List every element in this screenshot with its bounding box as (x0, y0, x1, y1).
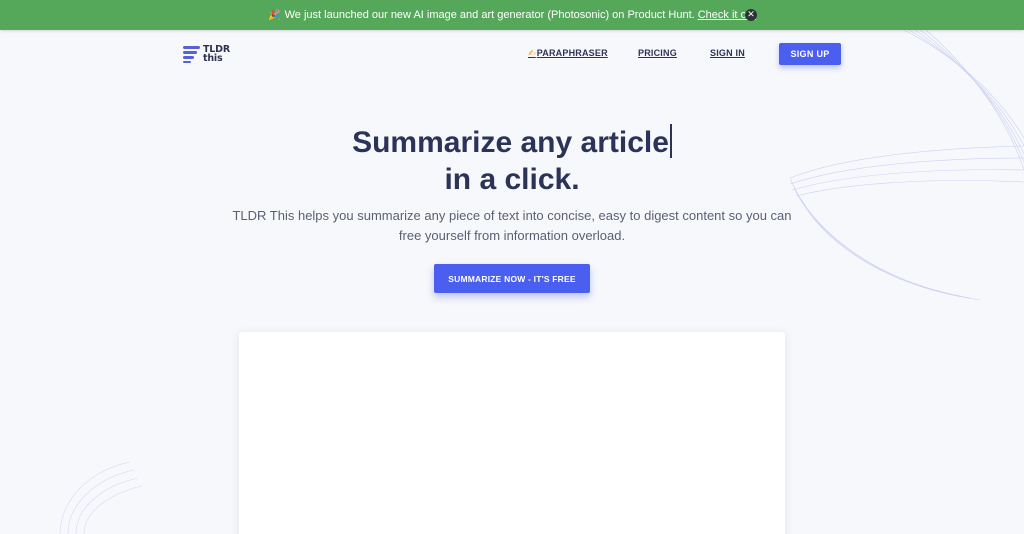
logo-line2: this (203, 53, 223, 64)
close-icon[interactable]: ✕ (745, 9, 757, 21)
party-popper-icon: 🎉 (268, 9, 281, 21)
banner-text: We just launched our new AI image and ar… (284, 9, 695, 21)
announcement-banner: 🎉 We just launched our new AI image and … (0, 0, 1024, 30)
nav-pricing-link[interactable]: PRICING (638, 48, 677, 58)
decorative-waves-bottom-left (59, 461, 143, 534)
signup-button[interactable]: SIGN UP (779, 43, 841, 65)
tldr-this-logo[interactable]: TLDR this (183, 44, 243, 64)
hero-title-line1: Summarize any article (352, 126, 669, 159)
text-caret (669, 124, 672, 158)
nav-signin-link[interactable]: SIGN IN (710, 48, 745, 58)
summarize-now-button[interactable]: SUMMARIZE NOW - IT'S FREE (434, 264, 590, 293)
writing-hand-icon: ✍ (528, 48, 536, 58)
logo-wordmark: TLDR this (203, 45, 230, 64)
hero-title: Summarize any article in a click. (212, 124, 812, 198)
summarizer-card (239, 332, 785, 534)
hero-title-line2: in a click. (444, 163, 580, 196)
lines-logo-icon (183, 45, 201, 63)
nav-paraphraser-link[interactable]: ✍PARAPHRASER (528, 48, 608, 59)
nav-paraphraser-label: PARAPHRASER (536, 48, 608, 58)
hero-subtitle: TLDR This helps you summarize any piece … (232, 208, 792, 243)
